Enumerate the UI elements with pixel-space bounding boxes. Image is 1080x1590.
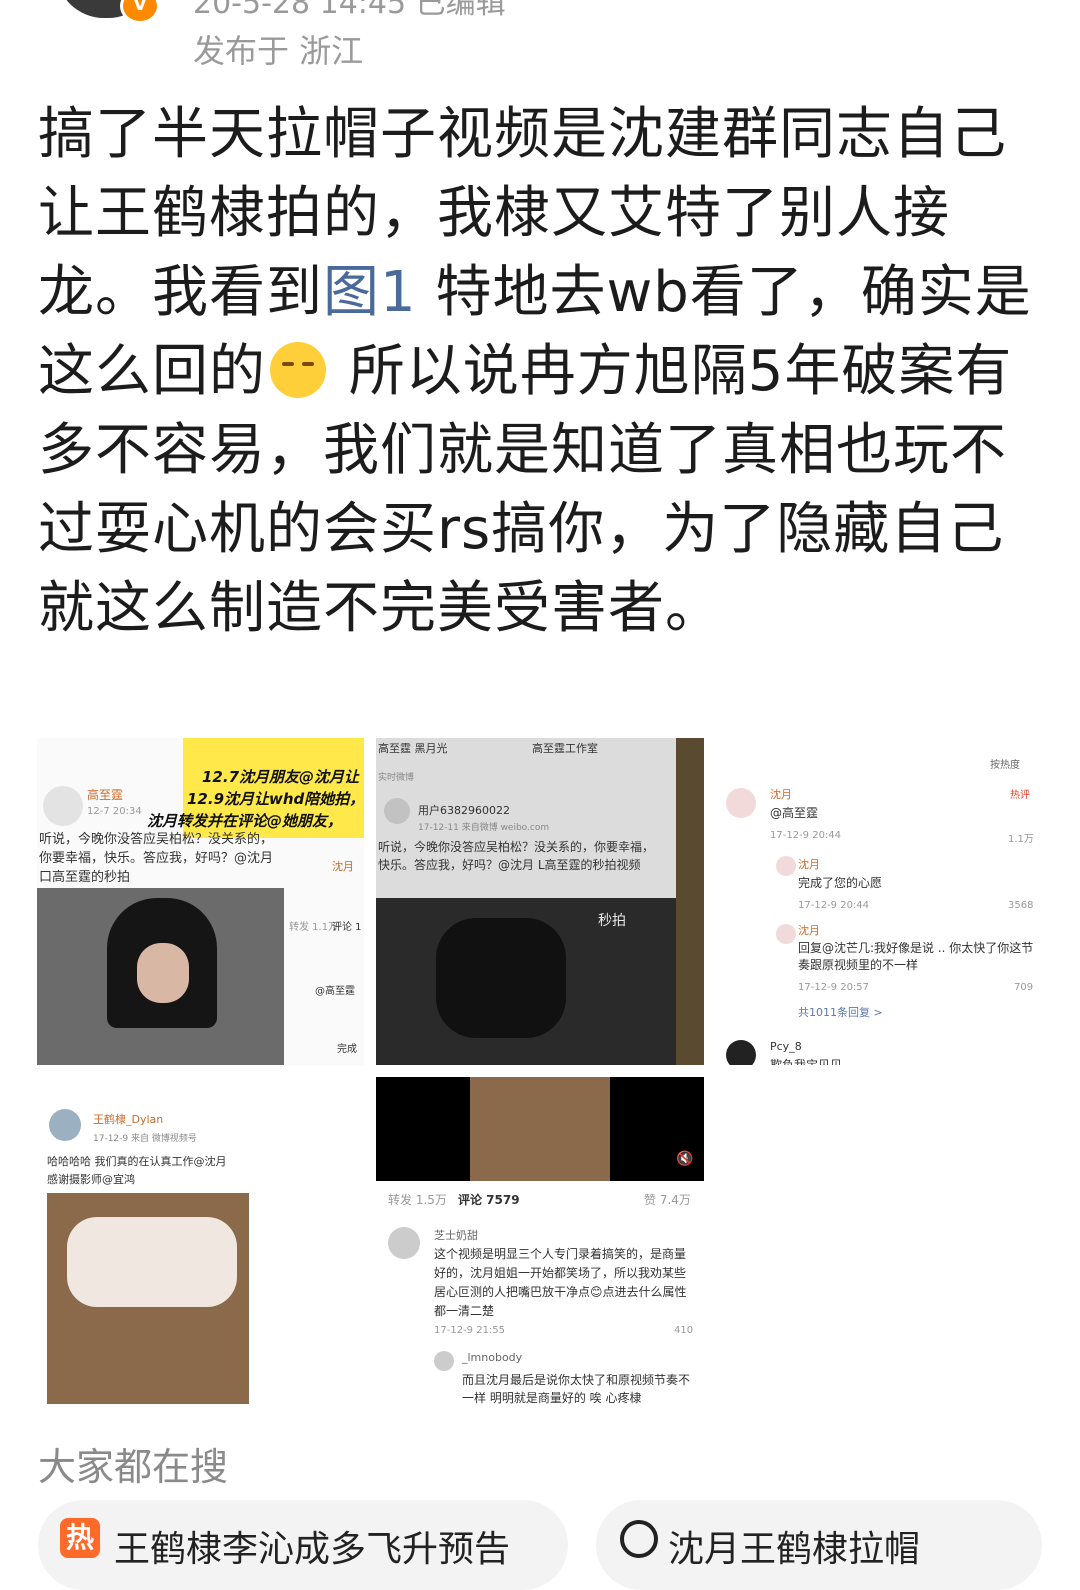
search-icon: [620, 1520, 658, 1558]
image-date: 17-12-11 来自微博 weibo.com: [418, 823, 550, 833]
comment-count[interactable]: 评论 7579: [458, 1191, 520, 1208]
hot-icon: 热: [60, 1518, 100, 1558]
comment-user-2: 沈月: [798, 858, 820, 871]
image-top-left: 高至霆 黑月光: [378, 742, 448, 755]
comment-user-2: _lmnobody: [462, 1351, 523, 1364]
repost-count[interactable]: 转发 1.5万: [388, 1191, 447, 1208]
monitor-edge: [676, 738, 704, 1065]
comment-user-1: 沈月: [770, 788, 792, 801]
comment-user-3: 沈月: [798, 924, 820, 937]
image-user: 王鹤棣_Dylan: [93, 1113, 164, 1126]
image-text-2: 感谢摄影师@宜鸿: [47, 1173, 135, 1186]
avatar: [726, 788, 756, 818]
mute-icon[interactable]: 🔇: [676, 1151, 693, 1167]
image-user: 用户6382960022: [418, 804, 510, 817]
comment-text-3: 回复@沈芒几:我好像是说 .. 你太快了你这节奏跟原视频里的不一样: [798, 941, 1034, 972]
trending-search-chip-2[interactable]: 沈月王鹤棣拉帽: [596, 1500, 1042, 1590]
image-link[interactable]: 图1: [323, 260, 417, 325]
image-user: 高至霆: [87, 788, 124, 802]
watermark: 秒拍: [598, 913, 626, 929]
sort-label[interactable]: 按热度: [990, 756, 1020, 771]
image-sub: 实时微博: [378, 773, 415, 783]
avatar: [43, 786, 83, 826]
post-image-5[interactable]: 🔇 转发 1.5万 评论 7579 赞 7.4万 芝士奶甜 这个视频是明显三个人…: [376, 1077, 704, 1404]
chip-label: 沈月王鹤棣拉帽: [668, 1529, 921, 1570]
post-location: 发布于 浙江: [193, 32, 364, 70]
face: [137, 943, 189, 1003]
comment-likes-3: 709: [1014, 982, 1034, 993]
figure: [436, 918, 566, 1038]
verified-badge-icon: V: [120, 0, 160, 24]
avatar: [434, 1351, 454, 1371]
comment-likes-1: 1.1万: [1008, 834, 1034, 845]
image-quote: 听说，今晚你没答应吴柏松？没关系的，你要幸福，快乐。答应我，好吗？@沈月 L高至…: [378, 840, 655, 872]
video-content: [470, 1077, 610, 1181]
comment-date-1: 17-12-9 20:44: [770, 830, 842, 841]
comment-date-2: 17-12-9 20:44: [798, 900, 870, 911]
image-text-1: 哈哈哈哈 我们真的在认真工作@沈月: [47, 1155, 227, 1168]
avatar: [776, 924, 796, 944]
comment-text-2: 而且沈月最后是说你太快了和原视频节奏不一样 明明就是商量好的 唉 心疼棣: [462, 1373, 691, 1404]
avatar: [776, 856, 796, 876]
banner-line-2: 12.9沈月让whd陪她拍，: [187, 790, 364, 808]
comment-text-4: 欺负我宝贝贝: [770, 1058, 843, 1065]
trending-search-chip-1[interactable]: 热 王鹤棣李沁成多飞升预告: [38, 1500, 568, 1590]
avatar: [49, 1109, 81, 1141]
post-image-4[interactable]: 王鹤棣_Dylan 17-12-9 来自 微博视频号 哈哈哈哈 我们真的在认真工…: [37, 1077, 364, 1404]
banner-line-3: 沈月转发并在评论@她朋友，: [147, 812, 343, 830]
post-image-1[interactable]: 高至霆 12-7 20:34 12.7沈月朋友@沈月让 12.9沈月让whd陪她…: [37, 738, 364, 1065]
more-replies-link[interactable]: 共1011条回复 >: [798, 1004, 883, 1020]
comment-likes-1: 410: [674, 1325, 694, 1336]
banner-line-1: 12.7沈月朋友@沈月让: [202, 768, 360, 786]
comment-likes-2: 3568: [1008, 900, 1034, 911]
image-date: 12-7 20:34: [87, 806, 142, 817]
image-top-center: 高至霆工作室: [532, 742, 598, 755]
image-comments: 评论 1: [332, 922, 362, 933]
image-side-user: 沈月: [332, 860, 354, 873]
chip-label: 王鹤棣李沁成多飞升预告: [114, 1529, 511, 1570]
thinking-emoji-icon: [270, 342, 326, 398]
comment-date-3: 17-12-9 20:57: [798, 982, 870, 993]
image-date: 17-12-9 来自 微博视频号: [93, 1134, 197, 1144]
image-side-done: 完成: [337, 1044, 357, 1055]
comment-date-1: 17-12-9 21:55: [434, 1325, 506, 1336]
like-count[interactable]: 赞 7.4万: [644, 1191, 691, 1208]
post-image-2[interactable]: 高至霆 黑月光 高至霆工作室 实时微博 用户6382960022 17-12-1…: [376, 738, 704, 1065]
post-timestamp: 20-5-28 14:45 已编辑: [193, 0, 506, 21]
avatar: [726, 1040, 756, 1065]
comment-text-1: @高至霆: [770, 806, 819, 820]
image-quote: 听说，今晚你没答应吴柏松？没关系的，你要幸福，快乐。答应我，好吗？@沈月 口高至…: [39, 832, 274, 885]
comment-user-4: Pcy_8: [770, 1040, 802, 1053]
post-image-3[interactable]: 按热度 沈月 热评 @高至霆 17-12-9 20:44 1.1万 沈月 完成了…: [716, 738, 1043, 1065]
comment-text-1: 这个视频是明显三个人专门录着搞笑的，是商量好的，沈月姐姐一开始都笑场了，所以我劝…: [434, 1247, 687, 1318]
image-side-mention: @高至霆: [315, 986, 355, 997]
comment-text-2: 完成了您的心愿: [798, 876, 883, 890]
image-counts: 转发 1.1万: [289, 922, 339, 933]
comment-user-1: 芝士奶甜: [434, 1229, 478, 1242]
post-body: 搞了半天拉帽子视频是沈建群同志自己让王鹤棣拍的，我棣又艾特了别人接龙。我看到图1…: [38, 95, 1043, 648]
figure: [67, 1217, 237, 1307]
avatar: [384, 798, 410, 824]
hot-tag: 热评: [1010, 790, 1030, 801]
trending-search-title: 大家都在搜: [38, 1445, 229, 1489]
avatar: [388, 1227, 420, 1259]
